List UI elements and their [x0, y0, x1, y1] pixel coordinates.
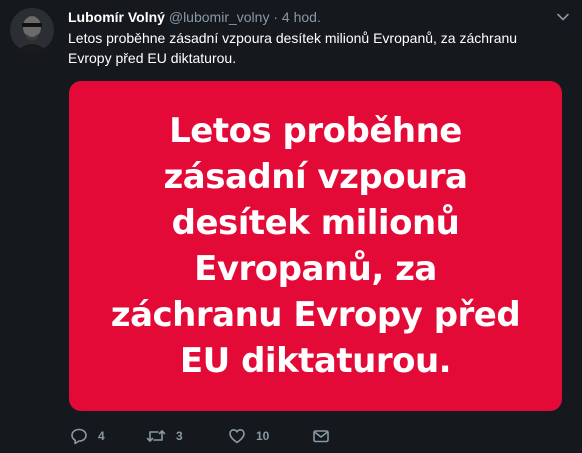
retweet-button[interactable]: 3	[146, 427, 228, 445]
tweet-media-image[interactable]: Letos proběhne zásadní vzpoura desítek m…	[69, 81, 562, 411]
author-handle[interactable]: @lubomir_volny	[169, 9, 270, 25]
tweet-card[interactable]: Lubomír Volný @lubomir_volny · 4 hod. Le…	[0, 0, 582, 453]
like-count: 10	[256, 429, 270, 443]
avatar[interactable]	[10, 8, 54, 52]
tweet-header: Lubomír Volný @lubomir_volny · 4 hod.	[68, 8, 321, 26]
reply-icon	[71, 428, 87, 445]
direct-message-button[interactable]	[312, 427, 342, 445]
tweet-text: Letos proběhne zásadní vzpoura desítek m…	[68, 30, 518, 66]
envelope-icon	[313, 430, 329, 443]
like-button[interactable]: 10	[228, 427, 312, 445]
tweet-timestamp[interactable]: 4 hod.	[282, 9, 321, 25]
reply-button[interactable]: 4	[70, 427, 146, 445]
chevron-down-icon[interactable]	[556, 10, 570, 24]
retweet-count: 3	[176, 429, 183, 443]
media-caption: Letos proběhne zásadní vzpoura desítek m…	[110, 111, 521, 381]
tweet-actions: 4 3 10	[70, 426, 342, 446]
separator-dot: ·	[273, 9, 279, 25]
retweet-icon	[146, 430, 166, 442]
author-name[interactable]: Lubomír Volný	[68, 9, 165, 25]
heart-icon	[229, 429, 245, 444]
avatar-photo	[10, 8, 54, 52]
reply-count: 4	[98, 429, 105, 443]
